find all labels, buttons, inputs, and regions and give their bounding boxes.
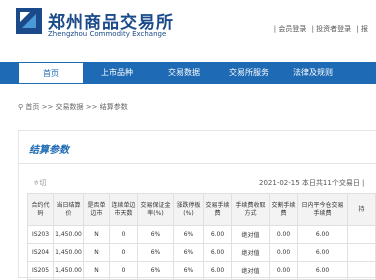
- cell-contract: IS205: [27, 261, 54, 280]
- col-header: 交易保证金率(%): [137, 193, 174, 226]
- cell-limit-days: 0: [109, 261, 138, 280]
- cell-limit-flag: N: [83, 261, 110, 280]
- cell-extra: [347, 261, 376, 280]
- col-header: 涨跌停板(%): [173, 193, 204, 226]
- cell-fee: 6.00: [203, 243, 232, 262]
- cell-delivery-fee: 0.00: [269, 243, 298, 262]
- cell-contract: IS204: [27, 243, 54, 262]
- cell-fee: 6.00: [203, 225, 232, 244]
- nav-item-products[interactable]: 上市品种: [84, 62, 150, 84]
- cell-price-limit: 6%: [173, 225, 204, 244]
- col-header: 持: [347, 193, 376, 226]
- main-nav: 首页 上市品种 交易数据 交易所服务 法律及规则: [0, 62, 376, 84]
- cell-limit-days: 0: [109, 225, 138, 244]
- title-divider: [19, 163, 376, 164]
- meta-left-text: ㅎ切: [33, 179, 47, 187]
- location-pin-icon: ⚲: [18, 103, 24, 111]
- breadcrumb-text[interactable]: 首页 >> 交易数据 >> 结算参数: [25, 103, 127, 111]
- cell-price-limit: 6%: [173, 243, 204, 262]
- table-row: IS205 1,450.00 N 0 6% 6% 6.00 绝对值 0.00 6…: [27, 261, 376, 280]
- cell-delivery-fee: 0.00: [269, 225, 298, 244]
- col-header: 交割手续费: [269, 193, 298, 226]
- cell-fee-method: 绝对值: [231, 261, 270, 280]
- cell-intraday-fee: 6.00: [297, 225, 348, 244]
- cell-limit-flag: N: [83, 225, 110, 244]
- table-row: IS203 1,450.00 N 0 6% 6% 6.00 绝对值 0.00 6…: [27, 225, 376, 244]
- member-login-link[interactable]: | 会员登录: [274, 25, 307, 33]
- cell-intraday-fee: 6.00: [297, 243, 348, 262]
- date-meta: 2021-02-15 本日共11个交易日 |: [259, 179, 365, 187]
- cell-limit-flag: N: [83, 243, 110, 262]
- cell-extra: [347, 243, 376, 262]
- cell-margin: 6%: [137, 225, 174, 244]
- cell-fee: 6.00: [203, 261, 232, 280]
- exchange-logo-icon[interactable]: [16, 8, 42, 34]
- breadcrumb: ⚲ 首页 >> 交易数据 >> 结算参数: [18, 102, 128, 112]
- panel-title: 结算参数: [29, 145, 69, 156]
- table-header-row: 合约代码 当日结算价 是否单边市 连续单边市天数 交易保证金率(%) 涨跌停板(…: [27, 193, 376, 226]
- cell-fee-method: 绝对值: [231, 225, 270, 244]
- top-links: | 会员登录 | 投资者登录 | 报: [271, 24, 368, 34]
- col-header: 合约代码: [27, 193, 54, 226]
- investor-login-link[interactable]: | 投资者登录: [312, 25, 352, 33]
- cell-fee-method: 绝对值: [231, 243, 270, 262]
- cell-settle-price: 1,450.00: [53, 225, 84, 244]
- cell-settle-price: 1,450.00: [53, 261, 84, 280]
- nav-item-trading-data[interactable]: 交易数据: [150, 62, 218, 84]
- cell-settle-price: 1,450.00: [53, 243, 84, 262]
- settlement-panel: 结算参数 ㅎ切 2021-02-15 本日共11个交易日 | 合约代码 当日结算…: [18, 130, 376, 280]
- logo-english-name: Zhengzhou Commodity Exchange: [48, 30, 167, 38]
- nav-item-home[interactable]: 首页: [18, 62, 84, 84]
- col-header: 手续费收取方式: [231, 193, 270, 226]
- cell-contract: IS203: [27, 225, 54, 244]
- cell-limit-days: 0: [109, 243, 138, 262]
- table-row: IS204 1,450.00 N 0 6% 6% 6.00 绝对值 0.00 6…: [27, 243, 376, 262]
- nav-item-more[interactable]: [346, 62, 376, 84]
- col-header: 当日结算价: [53, 193, 84, 226]
- col-header: 日内平今仓交易手续费: [297, 193, 348, 226]
- settlement-table: 合约代码 当日结算价 是否单边市 连续单边市天数 交易保证金率(%) 涨跌停板(…: [27, 193, 376, 280]
- cell-price-limit: 6%: [173, 261, 204, 280]
- nav-item-exchange-services[interactable]: 交易所服务: [218, 62, 280, 84]
- cell-margin: 6%: [137, 261, 174, 280]
- extra-link[interactable]: | 报: [356, 25, 368, 33]
- nav-item-laws-rules[interactable]: 法律及规则: [280, 62, 346, 84]
- site-header: 郑州商品交易所 Zhengzhou Commodity Exchange | 会…: [0, 0, 376, 60]
- cell-delivery-fee: 0.00: [269, 261, 298, 280]
- cell-extra: [347, 225, 376, 244]
- cell-intraday-fee: 6.00: [297, 261, 348, 280]
- col-header: 连续单边市天数: [109, 193, 138, 226]
- cell-margin: 6%: [137, 243, 174, 262]
- col-header: 交易手续费: [203, 193, 232, 226]
- col-header: 是否单边市: [83, 193, 110, 226]
